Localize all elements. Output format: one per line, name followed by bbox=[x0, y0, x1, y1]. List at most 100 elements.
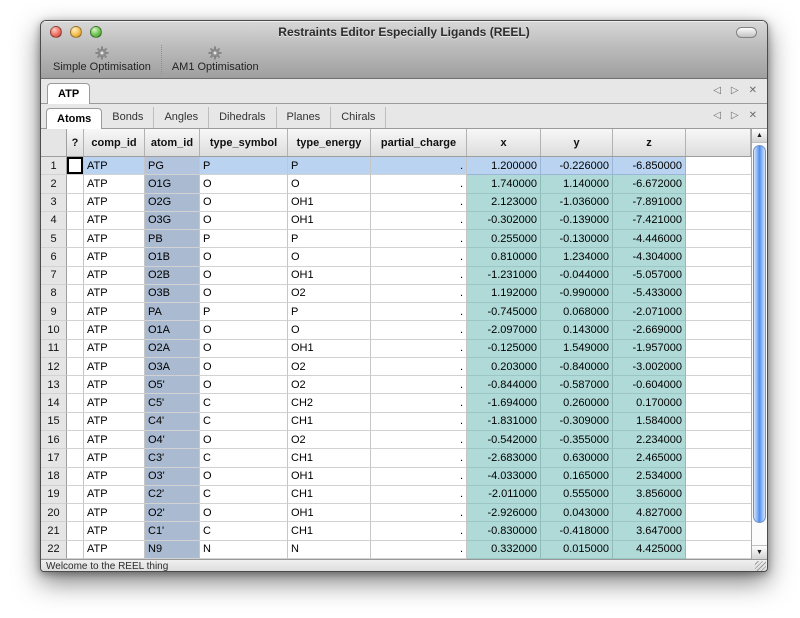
tab-atoms[interactable]: Atoms bbox=[46, 108, 102, 129]
cell-y[interactable]: 0.043000 bbox=[541, 504, 613, 522]
toolbar-toggle-pill-button[interactable] bbox=[736, 27, 757, 38]
cell-select[interactable] bbox=[67, 303, 84, 321]
vertical-scrollbar[interactable]: ▲ ▼ bbox=[751, 129, 767, 559]
cell-atom-id[interactable]: O1A bbox=[145, 321, 200, 339]
cell-type-symbol[interactable]: O bbox=[200, 194, 288, 212]
cell-x[interactable]: 0.332000 bbox=[467, 541, 541, 559]
cell-y[interactable]: 0.260000 bbox=[541, 394, 613, 412]
cell-atom-id[interactable]: O2B bbox=[145, 267, 200, 285]
cell-type-energy[interactable]: P bbox=[288, 157, 371, 175]
cell-partial-charge[interactable]: . bbox=[371, 504, 467, 522]
cell-atom-id[interactable]: O1G bbox=[145, 175, 200, 193]
cell-x[interactable]: 1.740000 bbox=[467, 175, 541, 193]
row-number[interactable]: 12 bbox=[41, 358, 67, 376]
cell-z[interactable]: -4.304000 bbox=[613, 248, 686, 266]
tab-close-icon[interactable]: ✕ bbox=[749, 111, 757, 121]
cell-select[interactable] bbox=[67, 376, 84, 394]
cell-z[interactable]: 2.465000 bbox=[613, 449, 686, 467]
cell-partial-charge[interactable]: . bbox=[371, 541, 467, 559]
cell-type-symbol[interactable]: O bbox=[200, 248, 288, 266]
tab-next-icon[interactable]: ▷ bbox=[731, 111, 739, 121]
cell-type-energy[interactable]: CH1 bbox=[288, 486, 371, 504]
cell-type-symbol[interactable]: O bbox=[200, 212, 288, 230]
row-number[interactable]: 7 bbox=[41, 267, 67, 285]
cell-type-energy[interactable]: O bbox=[288, 248, 371, 266]
cell-y[interactable]: -0.587000 bbox=[541, 376, 613, 394]
row-number[interactable]: 15 bbox=[41, 413, 67, 431]
cell-x[interactable]: -0.542000 bbox=[467, 431, 541, 449]
cell-type-symbol[interactable]: O bbox=[200, 285, 288, 303]
cell-type-energy[interactable]: CH2 bbox=[288, 394, 371, 412]
tab-planes[interactable]: Planes bbox=[277, 107, 332, 128]
cell-type-symbol[interactable]: O bbox=[200, 376, 288, 394]
cell-x[interactable]: 0.255000 bbox=[467, 230, 541, 248]
cell-partial-charge[interactable]: . bbox=[371, 431, 467, 449]
cell-atom-id[interactable]: O2' bbox=[145, 504, 200, 522]
cell-atom-id[interactable]: O3G bbox=[145, 212, 200, 230]
cell-y[interactable]: -0.226000 bbox=[541, 157, 613, 175]
cell-select[interactable] bbox=[67, 468, 84, 486]
cell-comp-id[interactable]: ATP bbox=[84, 230, 145, 248]
cell-select[interactable] bbox=[67, 449, 84, 467]
cell-z[interactable]: -2.669000 bbox=[613, 321, 686, 339]
cell-y[interactable]: 0.555000 bbox=[541, 486, 613, 504]
cell-y[interactable]: 1.140000 bbox=[541, 175, 613, 193]
cell-type-energy[interactable]: P bbox=[288, 303, 371, 321]
cell-select[interactable] bbox=[67, 541, 84, 559]
cell-z[interactable]: 0.170000 bbox=[613, 394, 686, 412]
cell-partial-charge[interactable]: . bbox=[371, 157, 467, 175]
cell-partial-charge[interactable]: . bbox=[371, 321, 467, 339]
scroll-up-button[interactable]: ▲ bbox=[752, 129, 767, 143]
cell-comp-id[interactable]: ATP bbox=[84, 468, 145, 486]
row-number[interactable]: 18 bbox=[41, 468, 67, 486]
cell-x[interactable]: -0.844000 bbox=[467, 376, 541, 394]
cell-comp-id[interactable]: ATP bbox=[84, 486, 145, 504]
cell-type-symbol[interactable]: C bbox=[200, 522, 288, 540]
cell-partial-charge[interactable]: . bbox=[371, 194, 467, 212]
cell-type-energy[interactable]: OH1 bbox=[288, 267, 371, 285]
cell-y[interactable]: -0.355000 bbox=[541, 431, 613, 449]
cell-select[interactable] bbox=[67, 522, 84, 540]
row-number[interactable]: 22 bbox=[41, 541, 67, 559]
cell-x[interactable]: -0.302000 bbox=[467, 212, 541, 230]
cell-comp-id[interactable]: ATP bbox=[84, 504, 145, 522]
cell-x[interactable]: -1.231000 bbox=[467, 267, 541, 285]
cell-atom-id[interactable]: N9 bbox=[145, 541, 200, 559]
cell-atom-id[interactable]: O3' bbox=[145, 468, 200, 486]
row-number[interactable]: 14 bbox=[41, 394, 67, 412]
cell-select[interactable] bbox=[67, 504, 84, 522]
cell-comp-id[interactable]: ATP bbox=[84, 340, 145, 358]
cell-type-symbol[interactable]: P bbox=[200, 157, 288, 175]
cell-partial-charge[interactable]: . bbox=[371, 303, 467, 321]
cell-select[interactable] bbox=[67, 194, 84, 212]
cell-type-symbol[interactable]: O bbox=[200, 340, 288, 358]
cell-select[interactable] bbox=[67, 285, 84, 303]
cell-y[interactable]: -0.309000 bbox=[541, 413, 613, 431]
cell-type-symbol[interactable]: O bbox=[200, 321, 288, 339]
cell-type-symbol[interactable]: O bbox=[200, 431, 288, 449]
column-header-atom_id[interactable]: atom_id bbox=[145, 129, 200, 156]
cell-comp-id[interactable]: ATP bbox=[84, 267, 145, 285]
cell-y[interactable]: -0.139000 bbox=[541, 212, 613, 230]
zoom-window-button[interactable] bbox=[90, 26, 102, 38]
cell-type-energy[interactable]: N bbox=[288, 541, 371, 559]
cell-x[interactable]: -2.097000 bbox=[467, 321, 541, 339]
cell-x[interactable]: -2.926000 bbox=[467, 504, 541, 522]
row-number[interactable]: 13 bbox=[41, 376, 67, 394]
cell-atom-id[interactable]: C1' bbox=[145, 522, 200, 540]
cell-comp-id[interactable]: ATP bbox=[84, 358, 145, 376]
cell-z[interactable]: -7.421000 bbox=[613, 212, 686, 230]
cell-x[interactable]: -2.683000 bbox=[467, 449, 541, 467]
cell-atom-id[interactable]: O3A bbox=[145, 358, 200, 376]
cell-z[interactable]: -5.057000 bbox=[613, 267, 686, 285]
minimize-window-button[interactable] bbox=[70, 26, 82, 38]
row-number[interactable]: 9 bbox=[41, 303, 67, 321]
tab-prev-icon[interactable]: ◁ bbox=[713, 86, 721, 96]
cell-comp-id[interactable]: ATP bbox=[84, 248, 145, 266]
cell-select[interactable] bbox=[67, 157, 84, 175]
cell-atom-id[interactable]: PB bbox=[145, 230, 200, 248]
tab-prev-icon[interactable]: ◁ bbox=[713, 111, 721, 121]
cell-type-energy[interactable]: OH1 bbox=[288, 212, 371, 230]
cell-type-symbol[interactable]: C bbox=[200, 413, 288, 431]
cell-select[interactable] bbox=[67, 486, 84, 504]
